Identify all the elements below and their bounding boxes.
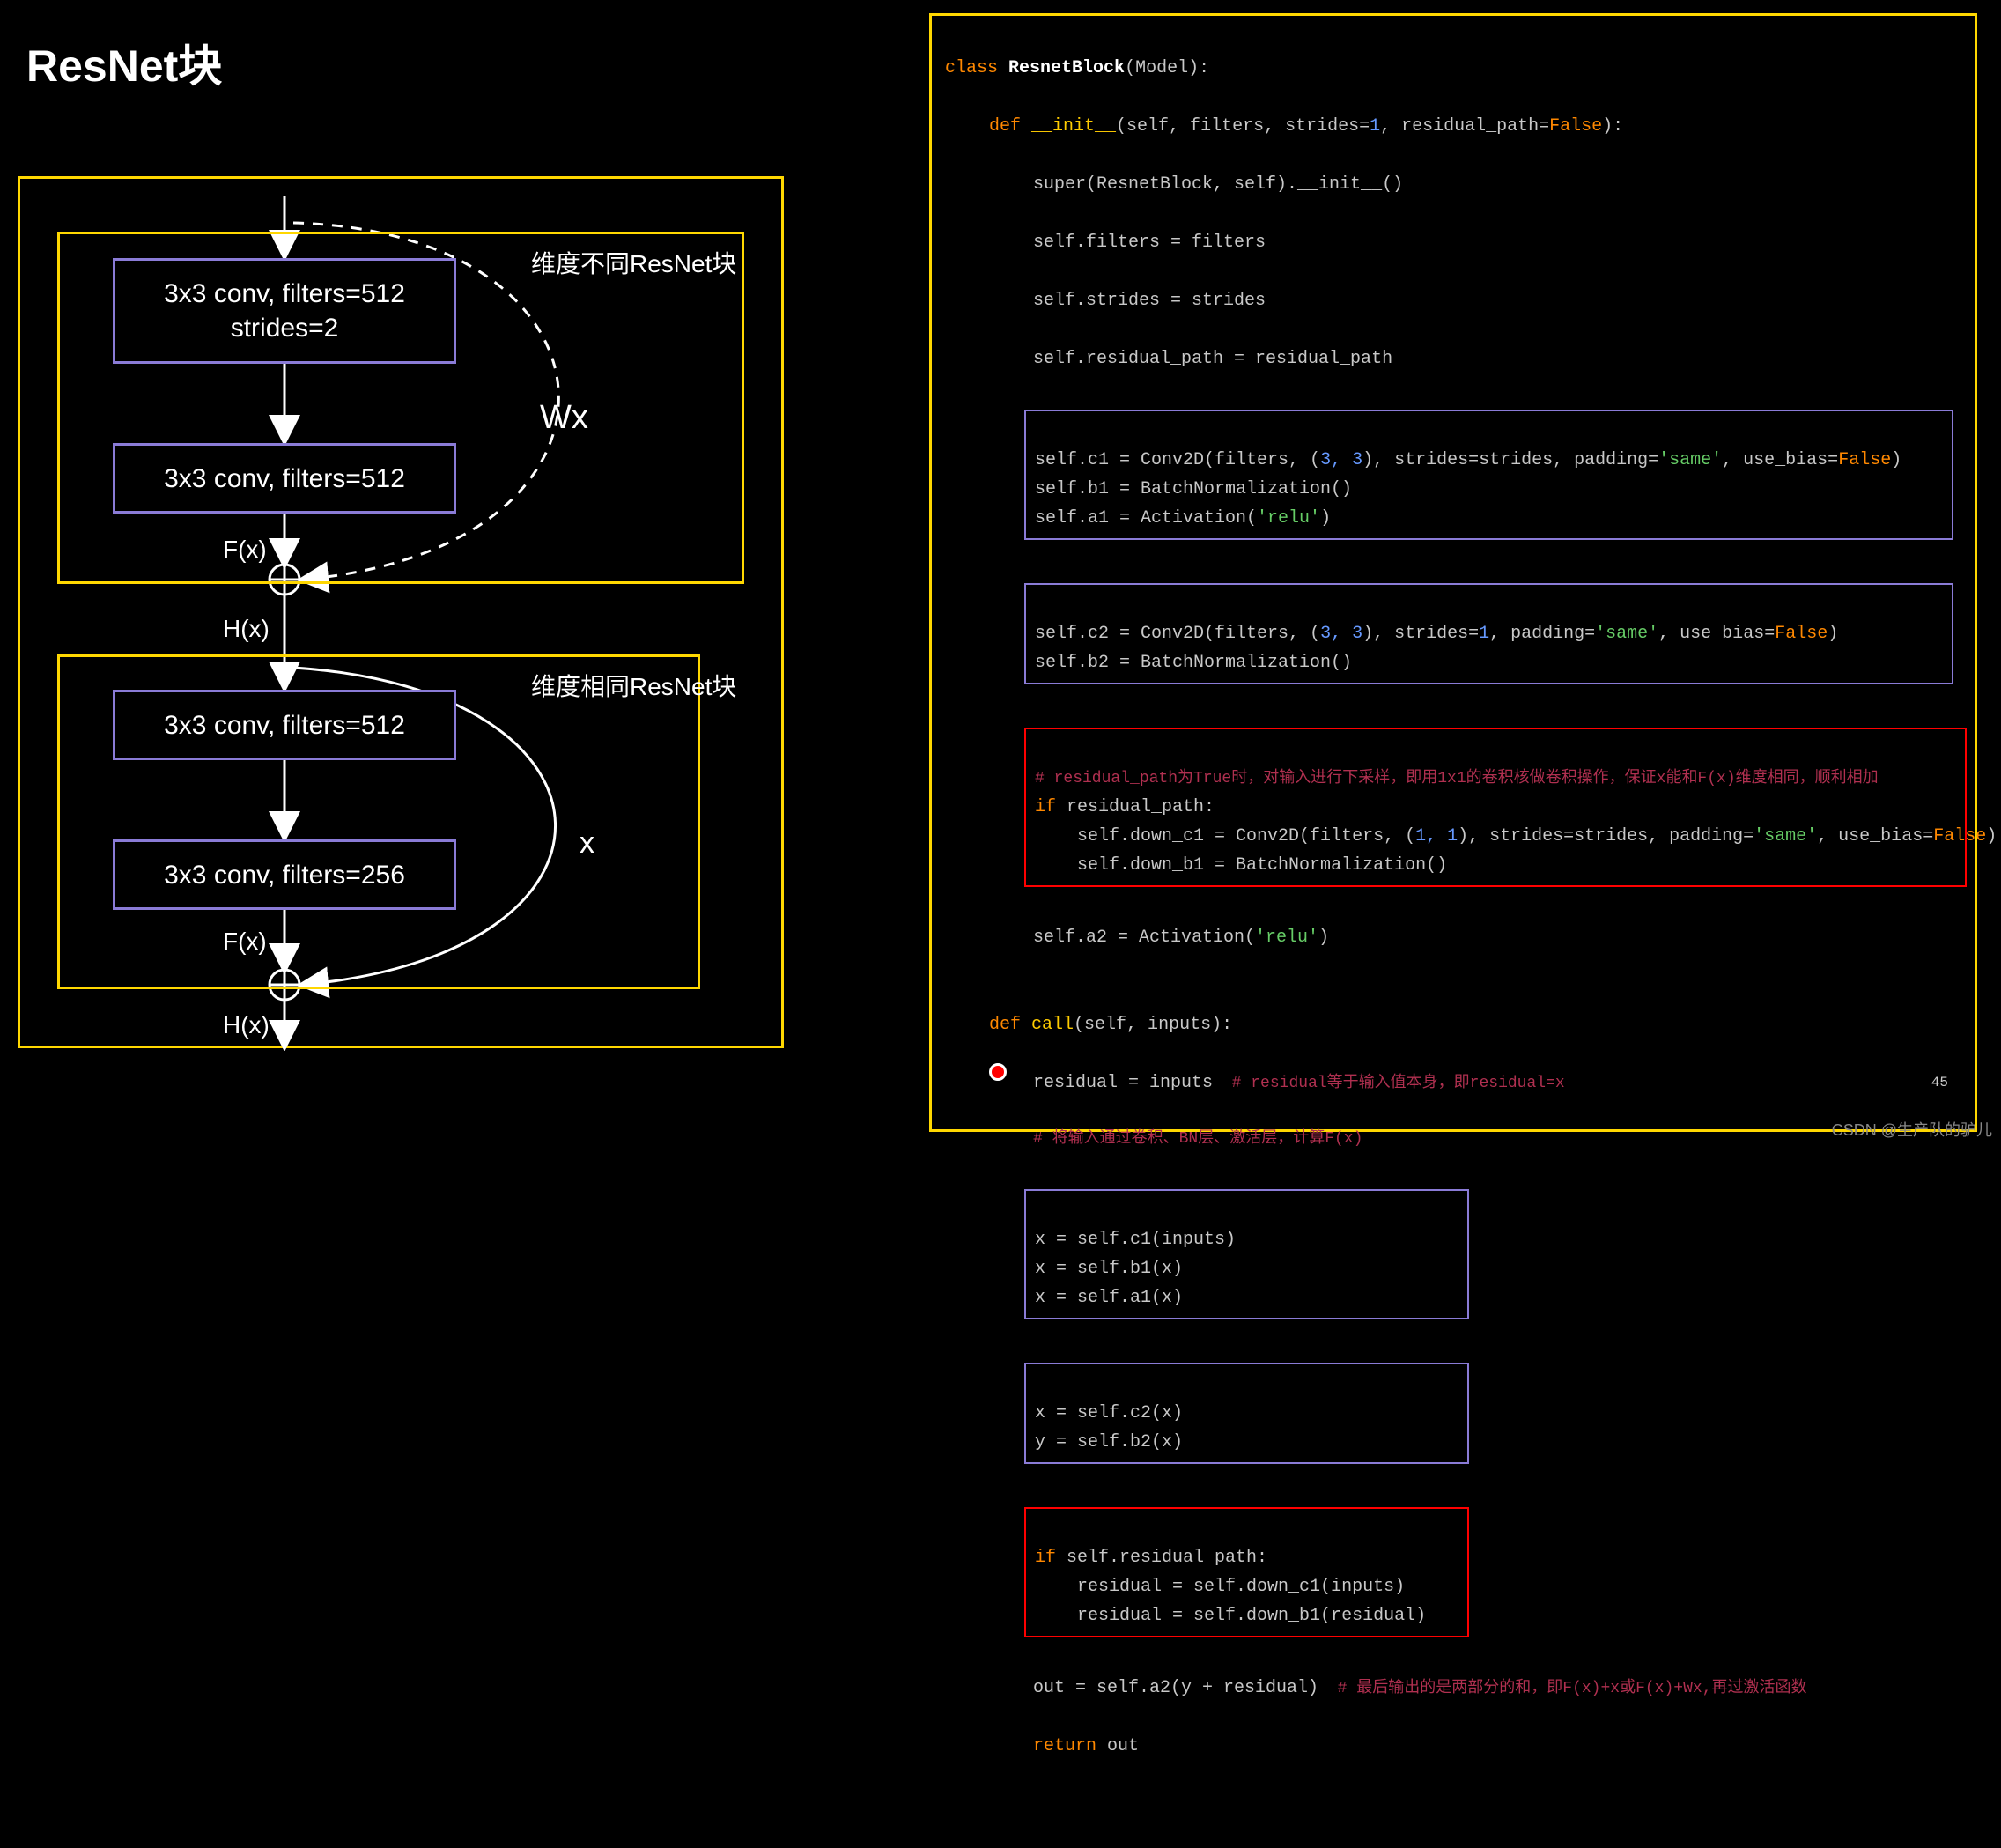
db1-line: self.down_b1 = BatchNormalization() bbox=[1077, 855, 1447, 876]
a2-s: 'relu' bbox=[1255, 928, 1318, 948]
conv-box-3: 3x3 conv, filters=512 bbox=[113, 690, 456, 760]
watermark: CSDN @生产队的驴儿 bbox=[1832, 1118, 1992, 1141]
c2-a: self.c2 = Conv2D(filters, ( bbox=[1035, 624, 1320, 644]
out-line: out = self.a2(y + residual) bbox=[1033, 1678, 1318, 1698]
forward-block-1: x = self.c1(inputs) x = self.b1(x) x = s… bbox=[1024, 1189, 1469, 1319]
c1-n: 3, 3 bbox=[1320, 450, 1362, 470]
residual-cmt: # residual等于输入值本身，即residual=x bbox=[1213, 1075, 1565, 1092]
fx-label-2: F(x) bbox=[223, 928, 267, 956]
conv-box-1-line2: strides=2 bbox=[231, 311, 339, 345]
c2-e: ) bbox=[1827, 624, 1838, 644]
c1-b: ), strides=strides, padding= bbox=[1362, 450, 1658, 470]
if-self-cond: self.residual_path: bbox=[1056, 1548, 1267, 1568]
conv-box-1-line1: 3x3 conv, filters=512 bbox=[164, 277, 405, 311]
x-label: x bbox=[580, 826, 594, 861]
strides-line: self.strides = strides bbox=[945, 286, 1961, 315]
fw1-l2: x = self.b1(x) bbox=[1035, 1259, 1183, 1279]
c1-s: 'same' bbox=[1658, 450, 1722, 470]
c2-o: 1 bbox=[1479, 624, 1489, 644]
kw-def-call: def bbox=[989, 1015, 1021, 1035]
filters-line: self.filters = filters bbox=[945, 228, 1961, 257]
hx-label-1: H(x) bbox=[223, 615, 270, 643]
respath-comment: # residual_path为True时，对输入进行下采样，即用1x1的卷积核… bbox=[1035, 770, 1879, 787]
dc1-f: False bbox=[1933, 826, 1986, 846]
call-sig: (self, inputs): bbox=[1074, 1015, 1232, 1035]
residual-path-block: # residual_path为True时，对输入进行下采样，即用1x1的卷积核… bbox=[1024, 728, 1967, 887]
a2-a: self.a2 = Activation( bbox=[1033, 928, 1255, 948]
res-dc1: residual = self.down_c1(inputs) bbox=[1077, 1577, 1405, 1597]
if-cond: residual_path: bbox=[1056, 797, 1215, 817]
conv-box-1: 3x3 conv, filters=512 strides=2 bbox=[113, 258, 456, 364]
fwd-cmt: # 将输入通过卷积、BN层、激活层，计算F(x) bbox=[945, 1127, 1961, 1153]
init-one: 1 bbox=[1370, 116, 1380, 137]
class-base: (Model): bbox=[1125, 58, 1209, 78]
init-false: False bbox=[1549, 116, 1602, 137]
c2-s: 'same' bbox=[1595, 624, 1658, 644]
fn-call: call bbox=[1031, 1015, 1074, 1035]
dc1-e: ) bbox=[1986, 826, 1997, 846]
conv-block-1: self.c1 = Conv2D(filters, (3, 3), stride… bbox=[1024, 410, 1953, 540]
res-db1: residual = self.down_b1(residual) bbox=[1077, 1606, 1426, 1626]
kw-return: return bbox=[1033, 1736, 1096, 1756]
if-respath: if bbox=[1035, 797, 1056, 817]
conv-box-4: 3x3 conv, filters=256 bbox=[113, 839, 456, 910]
a1-e: ) bbox=[1320, 508, 1331, 529]
fn-init: __init__ bbox=[1031, 116, 1116, 137]
init-sig-2: , residual_path= bbox=[1380, 116, 1549, 137]
page-number: 45 bbox=[1931, 1071, 1948, 1094]
c2-f: False bbox=[1775, 624, 1827, 644]
if-self-respath: if bbox=[1035, 1548, 1056, 1568]
diagram-container: 3x3 conv, filters=512 strides=2 3x3 conv… bbox=[18, 176, 784, 1048]
kw-def-init: def bbox=[989, 116, 1021, 137]
c1-a: self.c1 = Conv2D(filters, ( bbox=[1035, 450, 1320, 470]
fw1-l3: x = self.a1(x) bbox=[1035, 1288, 1183, 1308]
dc1-s: 'same' bbox=[1754, 826, 1817, 846]
b2-line: self.b2 = BatchNormalization() bbox=[1035, 653, 1352, 673]
page-title: ResNet块 bbox=[26, 31, 222, 94]
residual-assign: residual = inputs bbox=[1033, 1073, 1213, 1093]
kw-class: class bbox=[945, 58, 998, 78]
dc1-a: self.down_c1 = Conv2D(filters, ( bbox=[1077, 826, 1415, 846]
init-end: ): bbox=[1602, 116, 1623, 137]
c2-b: ), strides= bbox=[1362, 624, 1479, 644]
c1-e: ) bbox=[1891, 450, 1901, 470]
c2-c: , padding= bbox=[1489, 624, 1595, 644]
dc1-b: ), strides=strides, padding= bbox=[1458, 826, 1754, 846]
fw2-l1: x = self.c2(x) bbox=[1035, 1403, 1183, 1423]
fw2-l2: y = self.b2(x) bbox=[1035, 1432, 1183, 1453]
a1-a: self.a1 = Activation( bbox=[1035, 508, 1257, 529]
c2-d: , use_bias= bbox=[1658, 624, 1775, 644]
residual-forward-block: if self.residual_path: residual = self.d… bbox=[1024, 1507, 1469, 1637]
forward-block-2: x = self.c2(x) y = self.b2(x) bbox=[1024, 1363, 1469, 1464]
c1-f: False bbox=[1838, 450, 1891, 470]
block1-label: 维度不同ResNet块 bbox=[531, 245, 736, 280]
super-line: super(ResnetBlock, self).__init__() bbox=[945, 170, 1961, 199]
fx-label-1: F(x) bbox=[223, 536, 267, 564]
block2-label: 维度相同ResNet块 bbox=[531, 668, 736, 703]
hx-label-2: H(x) bbox=[223, 1011, 270, 1039]
wx-label: Wx bbox=[540, 399, 588, 437]
fw1-l1: x = self.c1(inputs) bbox=[1035, 1230, 1236, 1250]
code-panel: class ResnetBlock(Model): def __init__(s… bbox=[929, 13, 1977, 1132]
conv-block-2: self.c2 = Conv2D(filters, (3, 3), stride… bbox=[1024, 583, 1953, 684]
c2-n: 3, 3 bbox=[1320, 624, 1362, 644]
breakpoint-icon bbox=[989, 1063, 1007, 1081]
conv-box-2: 3x3 conv, filters=512 bbox=[113, 443, 456, 514]
dc1-n: 1, 1 bbox=[1415, 826, 1458, 846]
init-sig-1: (self, filters, strides= bbox=[1116, 116, 1370, 137]
out-cmt: # 最后输出的是两部分的和，即F(x)+x或F(x)+Wx,再过激活函数 bbox=[1318, 1680, 1806, 1697]
a2-e: ) bbox=[1318, 928, 1329, 948]
respath-line: self.residual_path = residual_path bbox=[945, 344, 1961, 373]
c1-c: , use_bias= bbox=[1722, 450, 1838, 470]
dc1-c: , use_bias= bbox=[1817, 826, 1933, 846]
class-name: ResnetBlock bbox=[1008, 58, 1125, 78]
a1-s: 'relu' bbox=[1257, 508, 1320, 529]
b1-line: self.b1 = BatchNormalization() bbox=[1035, 479, 1352, 499]
return-val: out bbox=[1096, 1736, 1139, 1756]
